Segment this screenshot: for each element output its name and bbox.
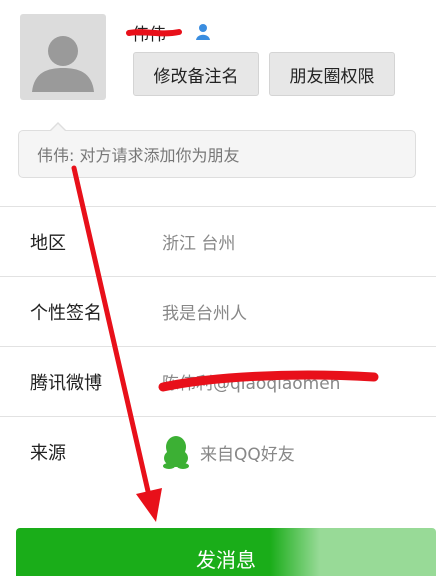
info-row-source: 来源 来自QQ好友 (0, 417, 436, 487)
friend-request-message: 伟伟: 对方请求添加你为朋友 (18, 122, 416, 178)
info-row-signature: 个性签名 我是台州人 (0, 277, 436, 347)
profile-info-list: 地区 浙江 台州 个性签名 我是台州人 腾讯微博 陈伟利@qiaoqiaomen… (0, 206, 436, 487)
source-label: 来源 (30, 443, 66, 464)
moments-permission-button[interactable]: 朋友圈权限 (269, 52, 395, 96)
send-message-button[interactable]: 发消息 (16, 528, 436, 576)
weibo-label: 腾讯微博 (30, 372, 102, 394)
info-row-weibo[interactable]: 腾讯微博 陈伟利@qiaoqiaomen (0, 347, 436, 417)
edit-remark-button[interactable]: 修改备注名 (133, 52, 259, 96)
source-value-text: 来自QQ好友 (200, 444, 295, 465)
avatar[interactable] (20, 14, 106, 100)
request-message-text: 伟伟: 对方请求添加你为朋友 (37, 146, 240, 165)
qq-penguin-icon (163, 436, 189, 469)
region-value: 浙江 台州 (162, 234, 236, 254)
region-label: 地区 (30, 232, 66, 254)
red-arrow-head (136, 488, 162, 522)
weibo-value: 陈伟利@qiaoqiaomen (162, 374, 341, 394)
source-value: 来自QQ好友 (162, 435, 295, 469)
nickname: 伟伟 (132, 25, 166, 45)
default-avatar-icon (32, 36, 94, 92)
info-row-region: 地区 浙江 台州 (0, 207, 436, 277)
male-user-icon (196, 24, 210, 40)
signature-label: 个性签名 (30, 302, 102, 324)
signature-value: 我是台州人 (162, 304, 247, 324)
